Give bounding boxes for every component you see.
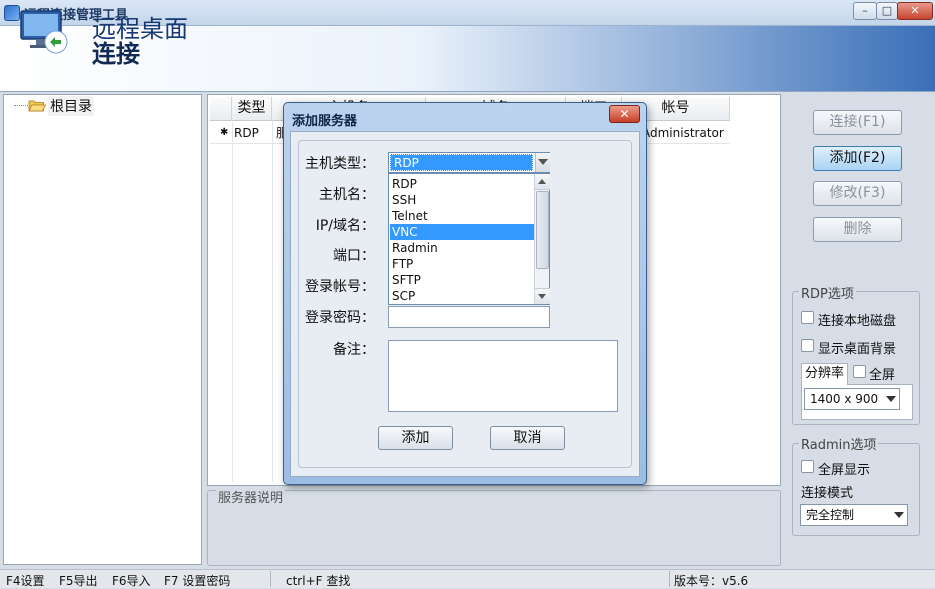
desktop-bg-label: 显示桌面背景 <box>818 342 897 357</box>
login-account-label: 登录帐号： <box>305 279 375 295</box>
folder-open-icon <box>28 100 46 112</box>
chevron-down-icon <box>894 512 904 518</box>
new-row-marker: ✱ <box>220 127 229 138</box>
remark-textarea[interactable] <box>388 340 618 412</box>
status-separator <box>669 571 670 587</box>
connection-mode-select[interactable]: 完全控制 <box>800 504 908 526</box>
login-password-label: 登录密码： <box>305 310 375 326</box>
tab-resolution[interactable]: 分辨率 <box>801 363 848 385</box>
column-divider <box>272 122 273 482</box>
status-search-hint: ctrl+F 查找 <box>286 574 351 588</box>
status-bar: F4设置 F5导出 F6导入 F7 设置密码 ctrl+F 查找 版本号：v5.… <box>0 569 935 588</box>
resolution-select[interactable]: 1400 x 900 <box>804 388 900 410</box>
host-type-dropdown-list[interactable]: RDP SSH Telnet VNC Radmin FTP SFTP SCP <box>388 173 550 305</box>
dialog-title: 添加服务器 <box>292 114 358 129</box>
tree-root-node[interactable]: 根目录 <box>48 96 94 116</box>
row-account-cell: Administrator <box>642 126 724 140</box>
dropdown-scrollbar[interactable] <box>534 174 550 304</box>
dropdown-option-rdp[interactable]: RDP <box>390 176 534 192</box>
remark-label: 备注： <box>333 342 375 358</box>
local-disk-label: 连接本地磁盘 <box>818 314 897 329</box>
server-tree[interactable]: 根目录 <box>3 94 202 565</box>
host-name-label: 主机名： <box>319 187 375 203</box>
row-type-cell: RDP <box>234 126 259 140</box>
connection-mode-value: 完全控制 <box>806 508 855 522</box>
minimize-button[interactable]: – <box>853 2 877 20</box>
radmin-fullscreen-checkbox[interactable] <box>801 460 814 473</box>
scroll-down-button[interactable] <box>535 288 550 304</box>
host-type-select-value: RDP <box>390 154 533 171</box>
connection-mode-label: 连接模式 <box>801 486 854 501</box>
dialog-cancel-button[interactable]: 取消 <box>490 426 565 450</box>
arrow-down-icon <box>538 294 546 299</box>
scroll-up-button[interactable] <box>535 174 550 190</box>
connect-button[interactable]: 连接(F1) <box>813 110 902 135</box>
server-description-panel <box>207 490 781 566</box>
dropdown-option-scp[interactable]: SCP <box>390 288 534 304</box>
radmin-options-title: Radmin选项 <box>799 434 879 453</box>
host-type-label: 主机类型： <box>305 156 375 172</box>
close-button[interactable]: ✕ <box>897 2 933 20</box>
dropdown-option-radmin[interactable]: Radmin <box>390 240 534 256</box>
host-type-select[interactable]: RDP <box>388 152 550 173</box>
resolution-select-value: 1400 x 900 <box>810 392 879 406</box>
delete-button[interactable]: 删除 <box>813 217 902 242</box>
status-f6-import: F6导入 <box>112 574 151 588</box>
dialog-close-button[interactable]: ✕ <box>609 105 640 123</box>
dropdown-option-telnet[interactable]: Telnet <box>390 208 534 224</box>
fullscreen-checkbox[interactable] <box>853 365 866 378</box>
status-separator <box>270 571 271 587</box>
local-disk-checkbox[interactable] <box>801 311 814 324</box>
ip-domain-label: IP/域名： <box>315 218 375 234</box>
column-header-marker <box>210 97 232 121</box>
edit-button[interactable]: 修改(F3) <box>813 181 902 206</box>
dropdown-option-sftp[interactable]: SFTP <box>390 272 534 288</box>
dialog-add-button[interactable]: 添加 <box>378 426 453 450</box>
scroll-thumb[interactable] <box>536 191 549 269</box>
remote-desktop-icon <box>20 10 68 54</box>
chevron-down-icon <box>538 159 548 165</box>
login-password-input[interactable] <box>388 306 550 328</box>
banner-title-line2: 连接 <box>92 39 140 68</box>
column-divider <box>232 122 233 482</box>
chevron-down-icon <box>886 396 896 402</box>
radmin-fullscreen-label: 全屏显示 <box>818 463 871 478</box>
arrow-up-icon <box>538 179 546 184</box>
port-label: 端口： <box>333 248 375 264</box>
desktop-bg-checkbox[interactable] <box>801 339 814 352</box>
status-f4-settings: F4设置 <box>6 574 45 588</box>
column-header-type[interactable]: 类型 <box>232 97 272 121</box>
maximize-button[interactable]: □ <box>876 2 898 20</box>
status-f7-password: F7 设置密码 <box>164 574 231 588</box>
dropdown-option-ssh[interactable]: SSH <box>390 192 534 208</box>
dropdown-option-vnc[interactable]: VNC <box>390 224 534 240</box>
host-type-dropdown-button[interactable] <box>535 153 550 172</box>
dropdown-option-ftp[interactable]: FTP <box>390 256 534 272</box>
status-version: 版本号：v5.6 <box>674 574 749 588</box>
status-f5-export: F5导出 <box>59 574 98 588</box>
add-button[interactable]: 添加(F2) <box>813 146 902 171</box>
tree-connector-line <box>14 105 28 106</box>
fullscreen-label: 全屏 <box>869 368 896 383</box>
server-description-title: 服务器说明 <box>216 487 286 506</box>
rdp-options-title: RDP选项 <box>799 283 856 302</box>
